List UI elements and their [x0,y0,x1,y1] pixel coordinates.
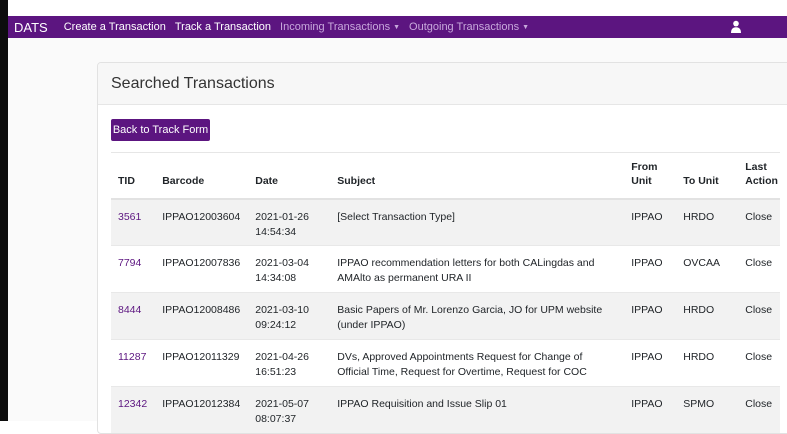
tid-link[interactable]: 7794 [118,257,141,269]
table-row: 7794 IPPAO12007836 2021-03-04 14:34:08 IP… [111,245,781,293]
table-cell-barcode: IPPAO12003604 [155,198,249,246]
date-value: 2021-04-26 [255,351,309,363]
tid-link[interactable]: 12342 [118,398,147,410]
table-cell-tid[interactable]: 12342 [111,386,156,433]
back-to-track-form-button[interactable]: Back to Track Form [111,119,210,141]
column-header-subject[interactable]: Subject [330,152,625,200]
table-cell-last-action: Close [738,198,781,246]
tid-link[interactable]: 3561 [118,211,141,223]
caret-down-icon: ▼ [522,24,530,31]
nav-track-transaction[interactable]: Track a Transaction [175,21,271,33]
table-cell-last-action: Close [738,292,781,340]
date-value: 2021-03-10 [255,304,309,316]
table-cell-from-unit: IPPAO [624,198,677,246]
time-value: 08:07:37 [255,413,297,425]
table-cell-subject: Basic Papers of Mr. Lorenzo Garcia, JO f… [330,292,625,340]
column-header-date[interactable]: Date [248,152,331,200]
table-row: 11287 IPPAO12011329 2021-04-26 16:51:23 D… [111,339,781,387]
left-edge-bar [0,0,8,421]
table-cell-tid[interactable]: 7794 [111,245,156,293]
column-header-from-unit[interactable]: From Unit [624,152,677,200]
top-navbar: DATS Create a Transaction Track a Transa… [8,16,787,38]
brand-logo[interactable]: DATS [14,20,48,35]
nav-create-transaction[interactable]: Create a Transaction [64,21,166,33]
table-row: 12342 IPPAO12012384 2021-05-07 08:07:37 I… [111,386,781,433]
table-row: 3561 IPPAO12003604 2021-01-26 14:54:34 [S… [111,198,781,246]
card-title: Searched Transactions [98,63,787,105]
column-header-tid[interactable]: TID [111,152,156,200]
table-cell-tid[interactable]: 11287 [111,339,156,387]
table-cell-from-unit: IPPAO [624,386,677,433]
date-value: 2021-01-26 [255,210,309,223]
table-cell-date: 2021-04-26 16:51:23 [248,339,331,387]
table-cell-subject: DVs, Approved Appointments Request for C… [330,339,625,387]
table-cell-to-unit: HRDO [676,198,739,246]
time-value: 14:54:34 [255,225,297,238]
time-value: 09:24:12 [255,319,297,331]
table-cell-barcode: IPPAO12011329 [155,339,249,387]
table-cell-to-unit: HRDO [676,292,739,340]
table-cell-to-unit: OVCAA [676,245,739,293]
table-cell-last-action: Close [738,339,781,387]
table-cell-date: 2021-03-04 14:34:08 [248,245,331,293]
searched-transactions-card: Searched Transactions Back to Track Form… [97,62,787,434]
table-cell-subject: IPPAO recommendation letters for both CA… [330,245,625,293]
table-cell-barcode: IPPAO12012384 [155,386,249,433]
table-cell-last-action: Close [738,245,781,293]
table-cell-from-unit: IPPAO [624,245,677,293]
nav-incoming-dropdown[interactable]: Incoming Transactions ▼ [280,21,400,33]
table-cell-from-unit: IPPAO [624,339,677,387]
nav-outgoing-label: Outgoing Transactions [409,21,520,33]
transactions-table: TID Barcode Date Subject From Unit To Un… [111,152,781,433]
tid-link[interactable]: 11287 [118,351,146,363]
table-cell-barcode: IPPAO12008486 [155,292,249,340]
table-cell-date: 2021-05-07 08:07:37 [248,386,331,433]
table-cell-subject: IPPAO Requisition and Issue Slip 01 [330,386,625,433]
table-row: 8444 IPPAO12008486 2021-03-10 09:24:12 Ba… [111,292,781,340]
column-header-barcode[interactable]: Barcode [155,152,249,200]
table-cell-from-unit: IPPAO [624,292,677,340]
table-header-row: TID Barcode Date Subject From Unit To Un… [111,152,781,200]
table-cell-date: 2021-01-26 14:54:34 [248,198,331,246]
table-cell-last-action: Close [738,386,781,433]
table-cell-to-unit: HRDO [676,339,739,387]
date-value: 2021-03-04 [255,257,309,269]
nav-incoming-label: Incoming Transactions [280,21,391,33]
window-top-strip [0,0,787,16]
column-header-to-unit[interactable]: To Unit [676,152,739,200]
caret-down-icon: ▼ [393,24,401,31]
time-value: 16:51:23 [255,366,297,378]
time-value: 14:34:08 [255,272,297,284]
table-cell-tid[interactable]: 8444 [111,292,156,340]
table-cell-barcode: IPPAO12007836 [155,245,249,293]
table-cell-to-unit: SPMO [676,386,739,433]
user-icon[interactable] [730,20,742,33]
nav-outgoing-dropdown[interactable]: Outgoing Transactions ▼ [409,21,529,33]
table-cell-subject: [Select Transaction Type] [330,198,625,246]
tid-link[interactable]: 8444 [118,304,141,316]
table-cell-date: 2021-03-10 09:24:12 [248,292,331,340]
column-header-last-action[interactable]: Last Action [738,152,781,200]
table-cell-tid[interactable]: 3561 [111,198,156,246]
date-value: 2021-05-07 [255,398,309,410]
